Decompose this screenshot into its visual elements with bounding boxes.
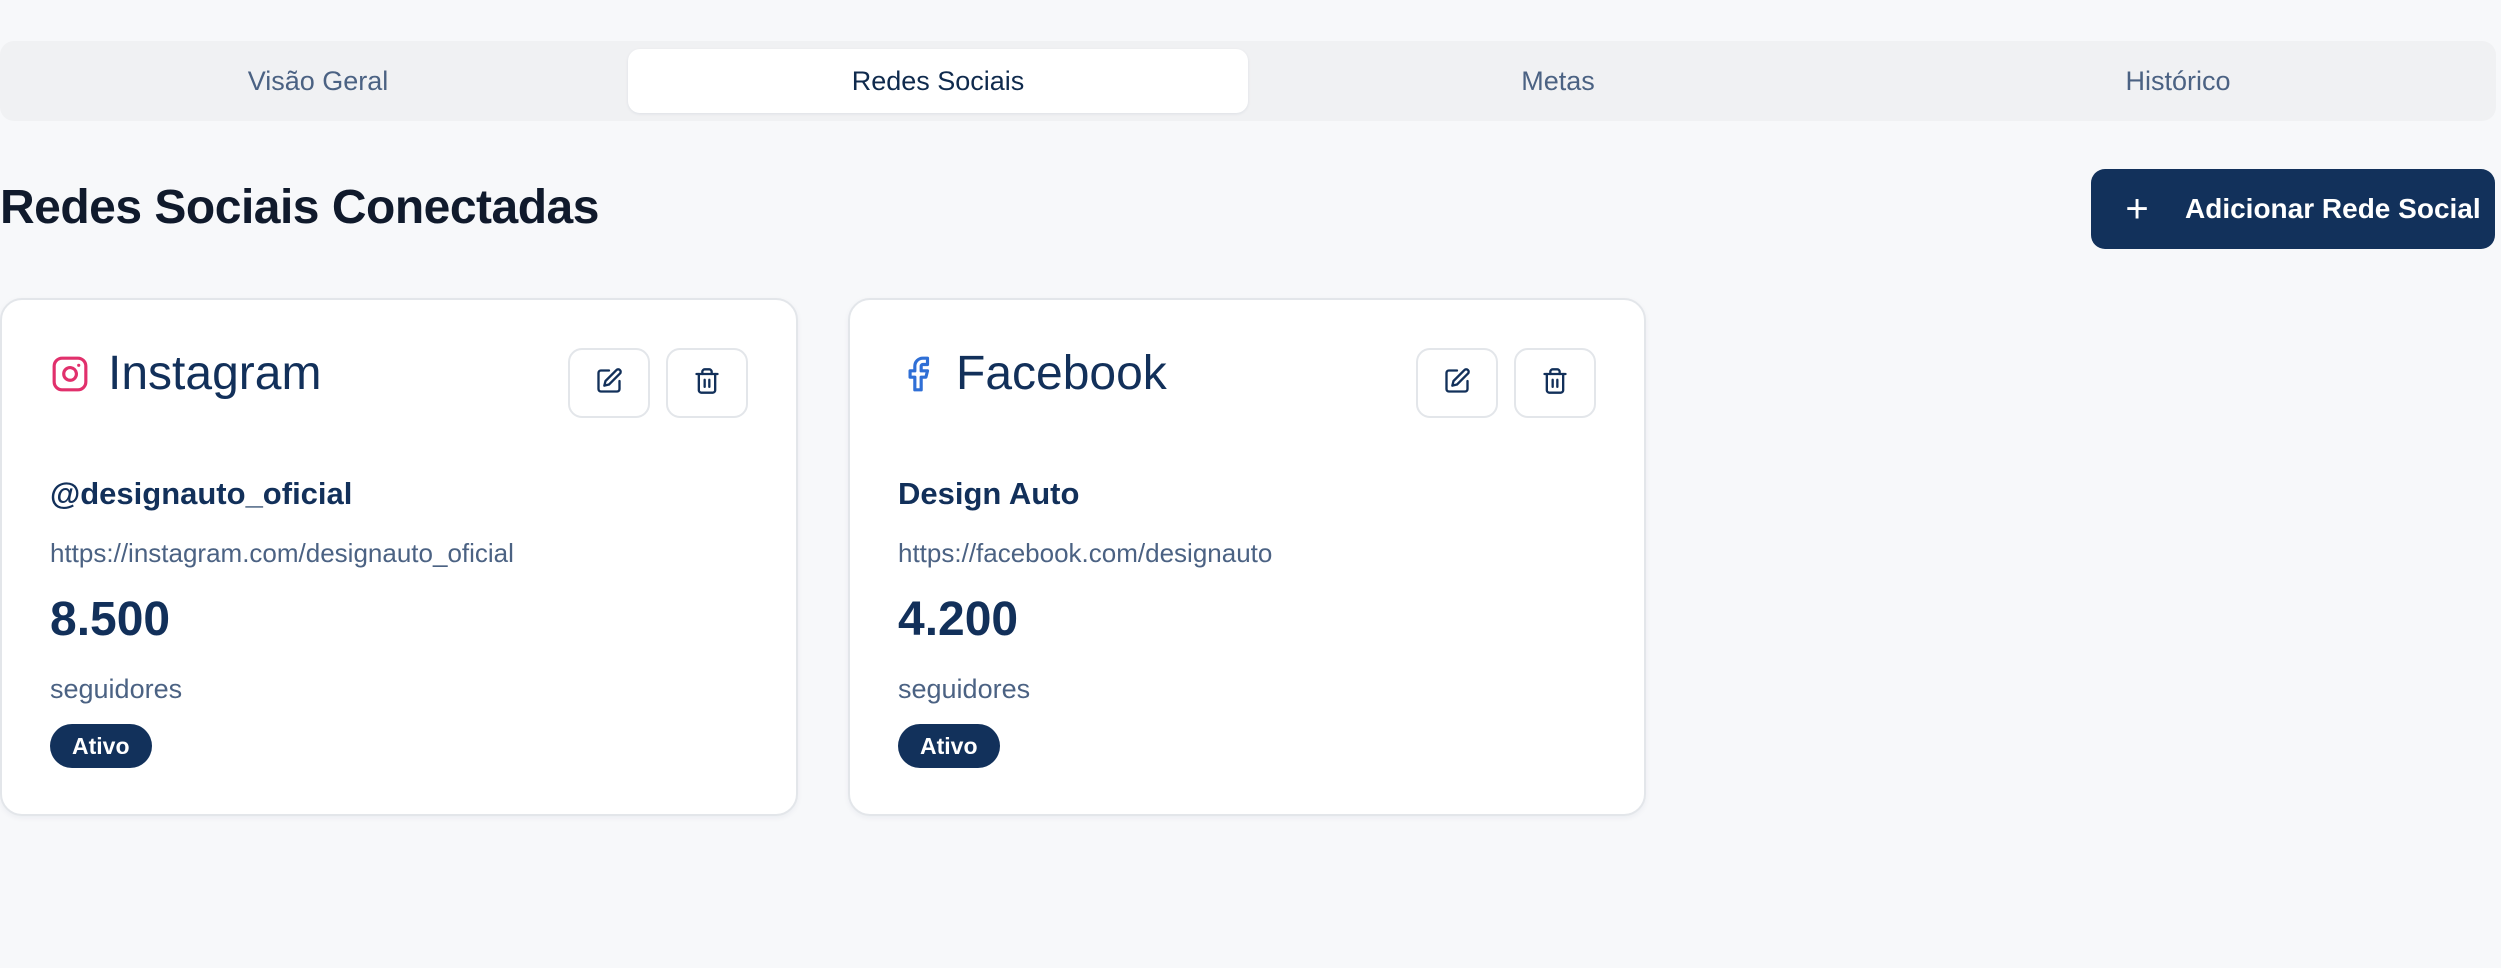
instagram-icon: [50, 354, 90, 394]
tab-historico[interactable]: Histórico: [1868, 49, 2488, 113]
account-url: https://instagram.com/designauto_oficial: [50, 538, 514, 568]
trash-icon: [693, 367, 721, 400]
followers-label: seguidores: [898, 674, 1031, 704]
tab-visao-geral[interactable]: Visão Geral: [8, 49, 628, 113]
facebook-icon: [898, 354, 938, 394]
tab-metas[interactable]: Metas: [1248, 49, 1868, 113]
edit-icon: [595, 367, 623, 400]
tab-bar: Visão Geral Redes Sociais Metas Históric…: [0, 41, 2496, 121]
card-header: Facebook: [898, 350, 1167, 398]
followers-count: 8.500: [50, 593, 171, 646]
social-card-facebook: Facebook Design Auto https://facebook.co…: [848, 298, 1646, 816]
card-actions: [1416, 348, 1596, 418]
add-button-label: Adicionar Rede Social: [2185, 193, 2481, 224]
status-badge: Ativo: [50, 724, 152, 768]
social-card-instagram: Instagram @designauto_oficial https://in…: [0, 298, 798, 816]
status-badge: Ativo: [898, 724, 1000, 768]
trash-icon: [1541, 367, 1569, 400]
edit-button[interactable]: [568, 348, 650, 418]
edit-icon: [1443, 367, 1471, 400]
add-social-network-button[interactable]: + Adicionar Rede Social: [2091, 169, 2495, 249]
network-name: Facebook: [956, 347, 1167, 400]
delete-button[interactable]: [1514, 348, 1596, 418]
plus-icon: +: [2125, 187, 2149, 231]
account-handle: @designauto_oficial: [50, 476, 353, 511]
card-actions: [568, 348, 748, 418]
network-name: Instagram: [108, 347, 322, 400]
followers-count: 4.200: [898, 593, 1019, 646]
account-url: https://facebook.com/designauto: [898, 538, 1273, 568]
delete-button[interactable]: [666, 348, 748, 418]
tab-redes-sociais[interactable]: Redes Sociais: [628, 49, 1248, 113]
followers-label: seguidores: [50, 674, 183, 704]
card-header: Instagram: [50, 350, 321, 398]
edit-button[interactable]: [1416, 348, 1498, 418]
page-title: Redes Sociais Conectadas: [0, 181, 599, 234]
account-handle: Design Auto: [898, 476, 1080, 511]
